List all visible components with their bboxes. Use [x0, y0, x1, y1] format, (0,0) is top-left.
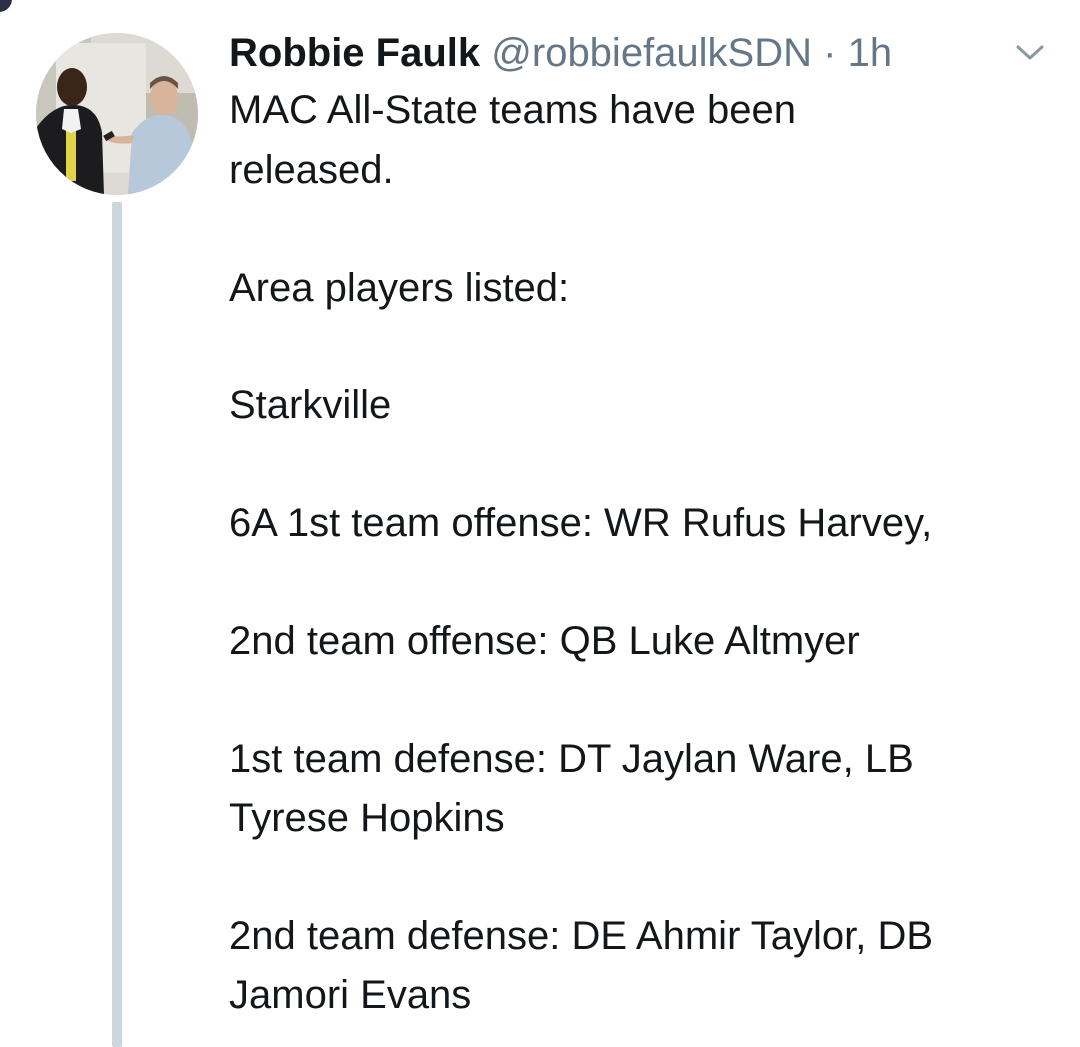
- tweet-text-line: Tyrese Hopkins: [229, 796, 505, 840]
- tweet-text-line: 6A 1st team offense: WR Rufus Harvey,: [229, 501, 933, 545]
- tweet-text-line: MAC All-State teams have been: [229, 88, 796, 132]
- tweet-text-line: 2nd team offense: QB Luke Altmyer: [229, 619, 860, 663]
- tweet-text-line: Area players listed:: [229, 266, 570, 310]
- chevron-down-icon: [1016, 45, 1044, 60]
- avatar[interactable]: [36, 33, 198, 195]
- timestamp[interactable]: 1h: [848, 31, 893, 75]
- thread-line: [112, 202, 122, 1047]
- tweet-text-line: Starkville: [229, 383, 392, 427]
- tweet-header: Robbie Faulk @robbiefaulkSDN · 1h: [229, 26, 892, 80]
- display-name[interactable]: Robbie Faulk: [229, 31, 480, 75]
- tweet-text-line: 2nd team defense: DE Ahmir Taylor, DB: [229, 914, 934, 958]
- avatar-photo: [36, 33, 198, 195]
- tweet-text-line: 1st team defense: DT Jaylan Ware, LB: [229, 737, 914, 781]
- user-handle[interactable]: @robbiefaulkSDN: [491, 31, 812, 75]
- tweet[interactable]: Robbie Faulk @robbiefaulkSDN · 1h MAC Al…: [0, 0, 1080, 1047]
- tweet-menu-button[interactable]: [1012, 38, 1048, 68]
- separator-dot: ·: [823, 31, 837, 75]
- tweet-text-line: released.: [229, 148, 394, 192]
- tweet-text-line: Jamori Evans: [229, 973, 472, 1017]
